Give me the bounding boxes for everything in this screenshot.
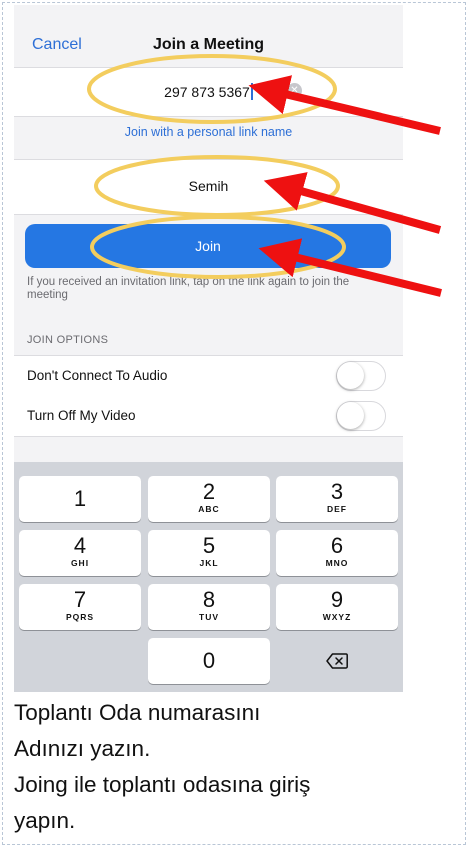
instruction-line: yapın. [14, 808, 76, 833]
red-arrow-2 [263, 172, 442, 234]
highlight-ellipse-join [90, 215, 346, 279]
red-arrow-3 [258, 238, 442, 297]
instructions-text: Toplantı Oda numarasını Adınızı yazın. J… [14, 695, 454, 839]
red-arrow-1 [248, 75, 441, 135]
instruction-line: Adınızı yazın. [14, 736, 151, 761]
highlight-ellipse-name [94, 155, 340, 217]
highlight-ellipse-meeting-id [87, 54, 337, 124]
instruction-line: Joing ile toplantı odasına giriş [14, 772, 311, 797]
instruction-line: Toplantı Oda numarasını [14, 700, 261, 725]
